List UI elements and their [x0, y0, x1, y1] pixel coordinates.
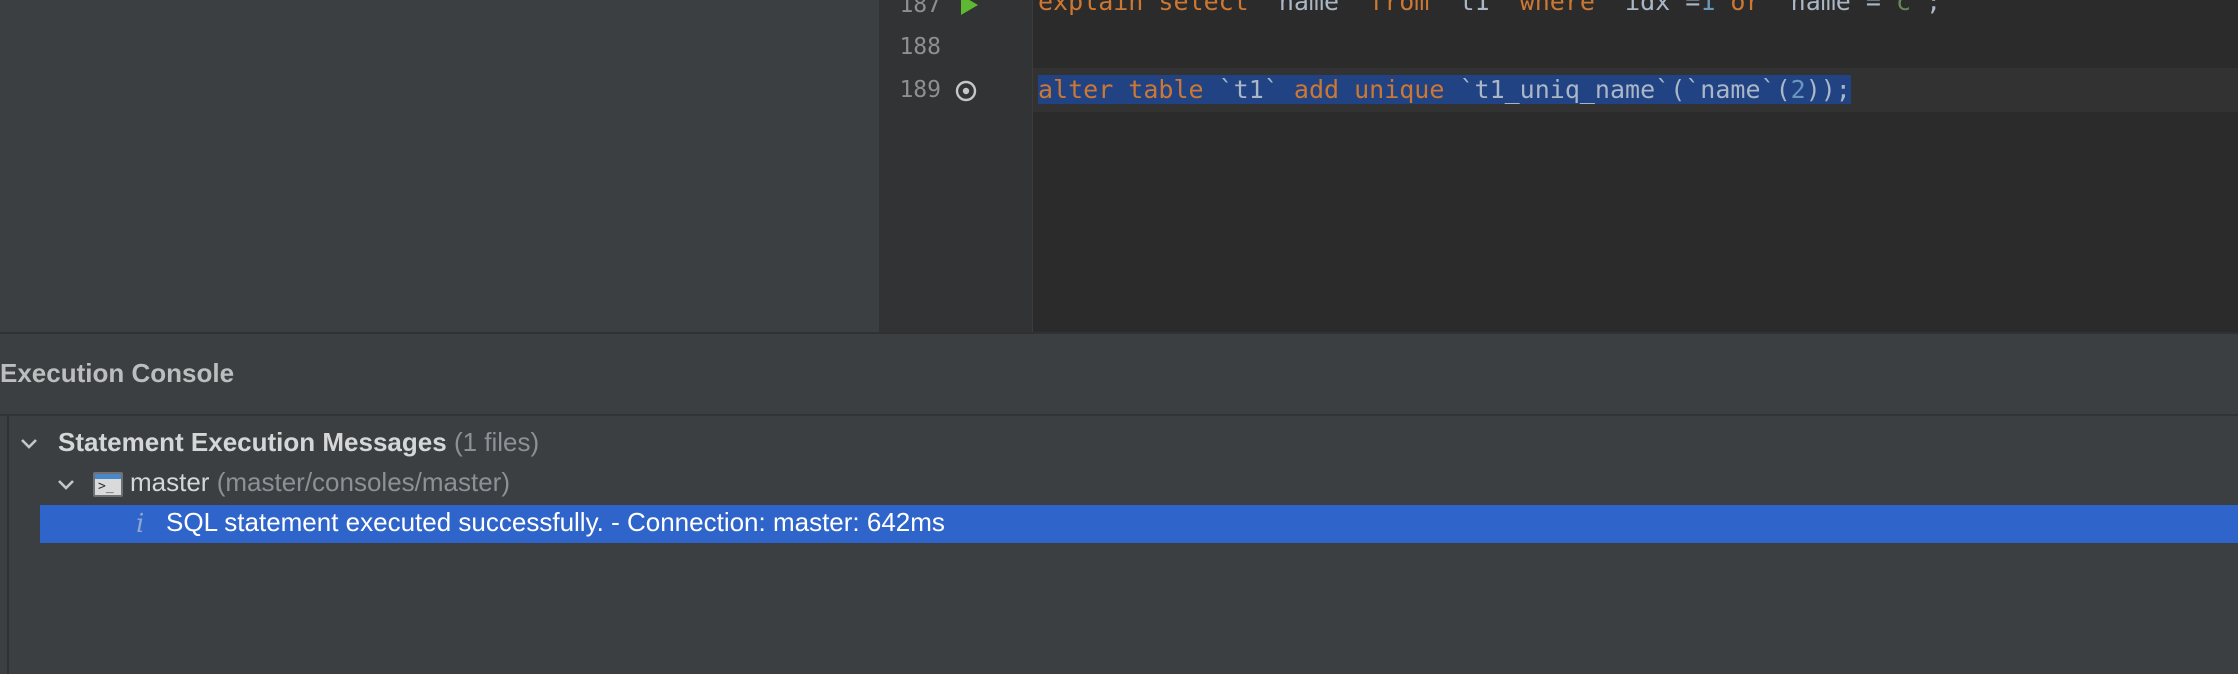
code-token: 2	[1790, 75, 1806, 104]
sql-editor[interactable]	[1033, 0, 2238, 332]
execution-console-header: Execution Console	[0, 332, 2238, 416]
code-token: 'c'	[1880, 0, 1927, 16]
code-token: or	[1715, 0, 1776, 16]
code-token: add unique	[1278, 75, 1460, 104]
run-icon[interactable]	[958, 0, 980, 16]
code-token: ));	[1805, 75, 1851, 104]
chevron-down-icon[interactable]	[55, 474, 77, 496]
code-token: `name`	[1775, 0, 1866, 16]
chevron-down-icon[interactable]	[18, 433, 40, 455]
code-token: `name`	[1263, 0, 1355, 16]
tree-node-statement-messages[interactable]: Statement Execution Messages (1 files)	[58, 427, 539, 465]
message-text: SQL statement executed successfully. - C…	[166, 507, 945, 537]
code-token: `t1_uniq_name`	[1459, 75, 1671, 104]
tree-node-count: (1 files)	[453, 427, 540, 457]
console-icon: >_	[93, 472, 123, 497]
tree-node-label: Statement Execution Messages	[58, 427, 447, 457]
tree-node-master[interactable]: master (master/consoles/master)	[130, 467, 510, 505]
code-token: where	[1504, 0, 1610, 16]
tree-node-label: master	[130, 467, 210, 497]
code-token: (	[1670, 75, 1686, 104]
line-number: 189	[899, 77, 941, 103]
code-token: ;	[1926, 0, 1942, 16]
code-token: =	[1685, 0, 1701, 16]
console-left-border	[7, 416, 9, 674]
code-token: `t1`	[1444, 0, 1505, 16]
code-token: (	[1775, 75, 1791, 104]
code-token: alter table	[1038, 75, 1219, 104]
code-token: explain select	[1038, 0, 1264, 16]
code-token: `name`	[1685, 75, 1776, 104]
code-token: from	[1354, 0, 1445, 16]
project-pane	[0, 0, 879, 332]
code-token: =	[1865, 0, 1881, 16]
tree-node-path: (master/consoles/master)	[216, 467, 511, 497]
code-line-189: alter table `t1` add unique `t1_uniq_nam…	[1038, 73, 1851, 107]
code-token: `t1`	[1218, 75, 1279, 104]
console-title: Execution Console	[0, 358, 235, 388]
code-token: 1	[1700, 0, 1716, 16]
code-line-187: explain select `name` from `t1` where `i…	[1038, 0, 1941, 19]
code-token: `idx`	[1609, 0, 1686, 16]
line-number: 188	[899, 34, 941, 60]
info-icon: i	[136, 509, 145, 539]
gear-icon[interactable]	[954, 79, 978, 103]
line-number: 187	[899, 0, 941, 18]
